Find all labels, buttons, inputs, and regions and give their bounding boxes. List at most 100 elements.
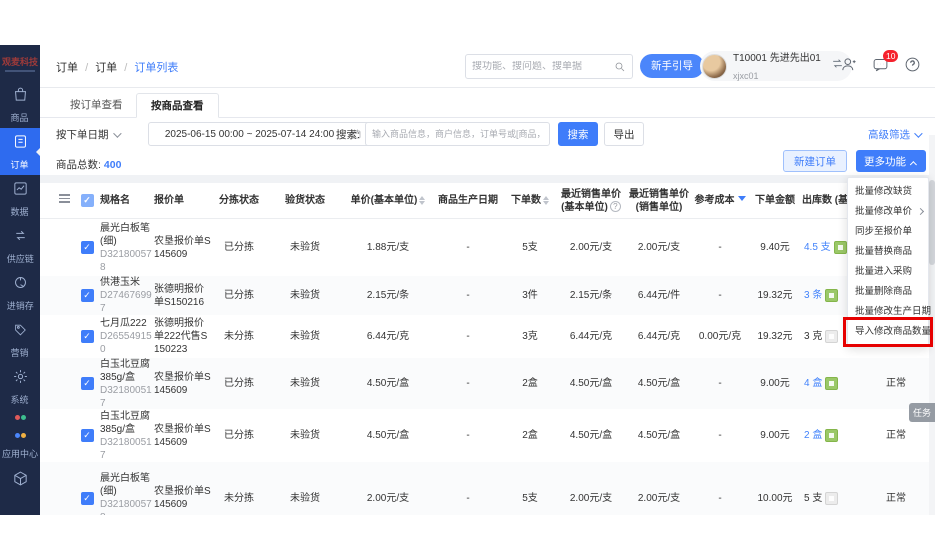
sort-icon[interactable] <box>543 193 549 208</box>
brand-subtext <box>5 70 35 72</box>
header-recent-price-base: 最近销售单价 (基本单位)? <box>556 188 626 214</box>
sidebar-item-orders[interactable]: 订单 <box>0 128 40 175</box>
header-order-amount: 下单金额 <box>748 194 802 207</box>
global-search-input[interactable] <box>466 61 614 72</box>
header-sorting-status: 分拣状态 <box>212 194 266 207</box>
sidebar-item-extra[interactable] <box>0 457 40 504</box>
filter-triangle-icon[interactable] <box>738 196 746 205</box>
column-settings-icon[interactable] <box>59 192 70 205</box>
chevron-down-icon <box>914 129 922 137</box>
sidebar-nav: 商品 订单 数据 供应链 进销存 营销 <box>0 81 40 504</box>
messages-icon[interactable]: 10 <box>872 56 889 73</box>
sidebar-item-app-center[interactable]: 应用中心 <box>0 410 40 457</box>
breadcrumb-separator: / <box>85 62 88 74</box>
search-button[interactable]: 搜索 <box>558 122 598 146</box>
chevron-up-icon <box>910 161 917 168</box>
table-body: ✓ 晨光白板笔(细)D321800578 农垦报价单S145609 已分拣 未验… <box>40 219 935 515</box>
advanced-filter-link[interactable]: 高级筛选 <box>868 127 920 142</box>
table-search-box <box>365 122 550 146</box>
row-checkbox[interactable]: ✓ <box>81 492 94 505</box>
row-checkbox[interactable]: ✓ <box>81 330 94 343</box>
main-area: 订单 / 订单 / 订单列表 新手引导 T10001 先进先出01 xjxc01 <box>40 45 935 515</box>
total-count: 商品总数:400 <box>56 157 121 172</box>
table-search-input[interactable] <box>366 123 549 145</box>
beginner-guide-button[interactable]: 新手引导 <box>640 54 704 78</box>
supply-arrows-icon <box>12 227 29 249</box>
contacts-icon[interactable] <box>840 56 857 73</box>
breadcrumb-orders[interactable]: 订单 <box>56 62 78 74</box>
view-tabbar: 按订单查看 按商品查看 <box>40 88 935 118</box>
edit-outbound-icon[interactable] <box>825 429 838 442</box>
sort-icon[interactable] <box>419 193 425 208</box>
avatar <box>702 54 727 79</box>
table-header-row: ✓ 规格名 报价单 分拣状态 验货状态 单价(基本单位) 商品生产日期 下单数 … <box>40 183 935 219</box>
task-side-tab[interactable]: 任务 <box>909 403 935 422</box>
menu-item-import-modify-quantity[interactable]: 导入修改商品数量 <box>848 322 928 342</box>
header-production-date: 商品生产日期 <box>432 194 504 207</box>
sidebar: 观麦科技 商品 订单 数据 供应链 进销存 <box>0 45 40 515</box>
order-doc-icon <box>12 133 29 155</box>
chart-icon <box>12 180 29 202</box>
message-count-badge: 10 <box>883 50 898 62</box>
sidebar-logo: 观麦科技 <box>0 45 40 81</box>
inventory-cycle-icon <box>12 274 29 296</box>
export-button[interactable]: 导出 <box>604 122 644 146</box>
table-row: ✓ 晨光白板笔(细)D321800578 农垦报价单S145609 已分拣 未验… <box>40 219 935 276</box>
row-checkbox[interactable]: ✓ <box>81 241 94 254</box>
filters-panel: 按订单查看 按商品查看 按下单日期 2025-06-15 00:00 ~ 202… <box>40 88 935 175</box>
menu-item-batch-delete-product[interactable]: 批量删除商品 <box>848 282 928 302</box>
more-functions-menu: 批量修改缺货 批量修改单价 同步至报价单 批量替换商品 批量进入采购 批量删除商… <box>847 177 929 347</box>
table-row: ✓ 七月瓜222D265549150 张德明报价单222代售S150223 未分… <box>40 315 935 358</box>
edit-outbound-icon[interactable] <box>825 492 838 505</box>
help-tooltip-icon[interactable]: ? <box>610 201 621 212</box>
summary-row: 商品总数:400 新建订单 更多功能 <box>40 150 935 175</box>
user-account-area[interactable]: T10001 先进先出01 xjxc01 <box>700 51 852 81</box>
table-row: ✓ 白玉北豆腐385g/盒D321800517 农垦报价单S145609 已分拣… <box>40 358 935 409</box>
edit-outbound-icon[interactable] <box>825 377 838 390</box>
tab-by-order[interactable]: 按订单查看 <box>56 93 137 118</box>
menu-item-sync-to-quotation[interactable]: 同步至报价单 <box>848 222 928 242</box>
table-row: ✓ 晨光白板笔(细)D321800578 农垦报价单S145609 未分拣 未验… <box>40 462 935 515</box>
filter-row: 按下单日期 2025-06-15 00:00 ~ 2025-07-14 24:0… <box>40 118 935 150</box>
edit-outbound-icon[interactable] <box>825 289 838 302</box>
user-account-id: xjxc01 <box>733 71 759 81</box>
date-type-select[interactable]: 按下单日期 <box>56 127 119 142</box>
date-range-value: 2025-06-15 00:00 ~ 2025-07-14 24:00 <box>149 129 350 140</box>
row-checkbox[interactable]: ✓ <box>81 429 94 442</box>
sidebar-item-system[interactable]: 系统 <box>0 363 40 410</box>
sidebar-item-supply-chain[interactable]: 供应链 <box>0 222 40 269</box>
menu-item-batch-modify-price[interactable]: 批量修改单价 <box>848 202 928 222</box>
search-icon <box>614 61 626 73</box>
products-table: ✓ 规格名 报价单 分拣状态 验货状态 单价(基本单位) 商品生产日期 下单数 … <box>40 183 935 515</box>
menu-item-batch-modify-production-date[interactable]: 批量修改生产日期 <box>848 302 928 322</box>
table-row: ✓ 白玉北豆腐385g/盒D321800517 农垦报价单S145609 已分拣… <box>40 409 935 462</box>
select-all-checkbox[interactable]: ✓ <box>81 194 94 207</box>
header-spec-name: 规格名 <box>100 194 154 207</box>
sidebar-item-products[interactable]: 商品 <box>0 81 40 128</box>
global-search-box <box>465 54 633 79</box>
more-functions-button[interactable]: 更多功能 <box>856 150 926 172</box>
edit-outbound-icon[interactable] <box>825 330 838 343</box>
chevron-down-icon <box>113 129 121 137</box>
header-recent-price-sale: 最近销售单价 (销售单位) <box>626 188 692 214</box>
apps-dots-icon <box>14 408 26 444</box>
scrollbar-thumb[interactable] <box>929 180 935 265</box>
app-window: 观麦科技 商品 订单 数据 供应链 进销存 <box>0 45 935 515</box>
tab-by-product[interactable]: 按商品查看 <box>136 93 219 118</box>
breadcrumb-order-list: 订单列表 <box>134 62 178 74</box>
header-inspection-status: 验货状态 <box>266 194 344 207</box>
sidebar-item-marketing[interactable]: 营销 <box>0 316 40 363</box>
row-checkbox[interactable]: ✓ <box>81 289 94 302</box>
sidebar-item-data[interactable]: 数据 <box>0 175 40 222</box>
edit-outbound-icon[interactable] <box>834 241 847 254</box>
breadcrumb-separator: / <box>124 62 127 74</box>
new-order-button[interactable]: 新建订单 <box>783 150 847 172</box>
sidebar-item-inventory[interactable]: 进销存 <box>0 269 40 316</box>
menu-item-batch-modify-shortage[interactable]: 批量修改缺货 <box>848 182 928 202</box>
breadcrumb-orders-2[interactable]: 订单 <box>95 62 117 74</box>
menu-item-batch-to-purchase[interactable]: 批量进入采购 <box>848 262 928 282</box>
topbar: 订单 / 订单 / 订单列表 新手引导 T10001 先进先出01 xjxc01 <box>40 45 935 88</box>
menu-item-batch-replace-product[interactable]: 批量替换商品 <box>848 242 928 262</box>
row-checkbox[interactable]: ✓ <box>81 377 94 390</box>
help-icon[interactable] <box>904 56 921 73</box>
